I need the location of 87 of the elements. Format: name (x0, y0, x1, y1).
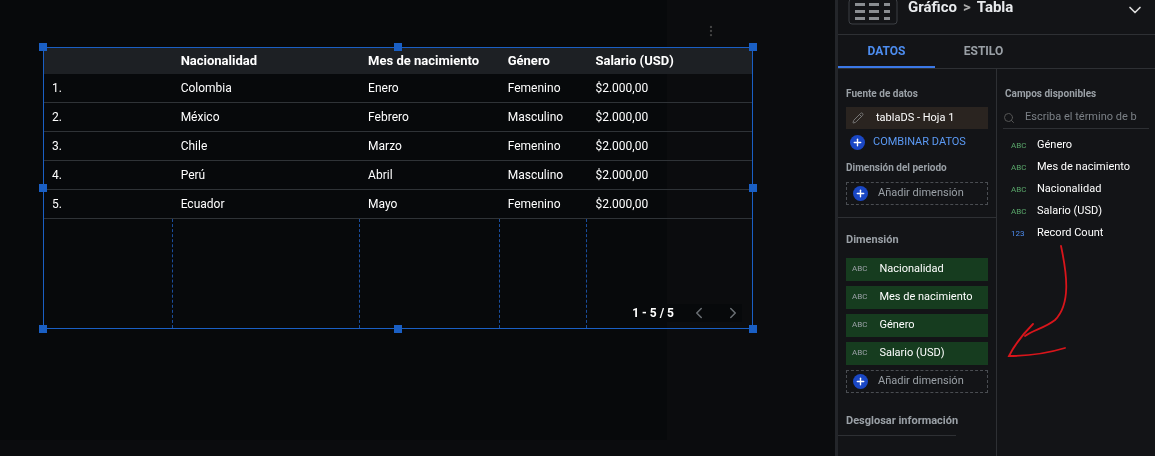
field-item[interactable]: ABC Nacionalidad (997, 181, 1155, 198)
plus-icon (853, 186, 868, 201)
type-label: ABC (852, 263, 868, 275)
add-dimension-button[interactable]: Añadir dimensión (846, 182, 988, 205)
table-cell-text: Febrero (367, 109, 410, 126)
table-cell-text: $2.000,00 (594, 138, 650, 155)
table-cell-text: Ecuador (179, 196, 226, 213)
type-label: ABC (1011, 205, 1025, 218)
field-item[interactable]: ABC Género (997, 137, 1155, 154)
pagination-text: 1 - 5 / 5 (632, 305, 674, 322)
dimension-chip[interactable]: ABC Género (846, 313, 988, 337)
column-header[interactable]: Salario (USD) (587, 48, 752, 74)
dimension-name: Mes de nacimiento (879, 288, 973, 305)
table-cell-text: Colombia (179, 80, 233, 97)
table-cell-text: Mayo (367, 196, 399, 213)
table-cell-text: Masculino (506, 167, 565, 184)
add-dimension-button[interactable]: Añadir dimensión (846, 369, 988, 393)
table-cell-text: 2. (51, 109, 63, 126)
search-field[interactable]: Escriba el término de b (1025, 109, 1145, 126)
section-heading: Dimensión (845, 232, 900, 248)
type-label: ABC (852, 319, 868, 331)
data-source-name: tablaDS - Hoja 1 (876, 109, 955, 126)
field-name: Record Count (1037, 225, 1104, 242)
dimension-name: Salario (USD) (879, 344, 945, 361)
table-cell-text: Femenino (506, 80, 562, 97)
resize-handle[interactable] (39, 325, 47, 333)
plus-icon (853, 373, 868, 389)
field-name: Género (1037, 137, 1073, 154)
table-cell-text: Femenino (506, 196, 562, 213)
dimension-chip[interactable]: ABC Salario (USD) (846, 341, 988, 365)
data-source-item[interactable]: tablaDS - Hoja 1 (846, 107, 988, 129)
field-item[interactable]: ABC Mes de nacimiento (997, 159, 1155, 176)
chart-subtype-label: Tabla (976, 0, 1014, 18)
column-header[interactable]: Nacionalidad (172, 48, 361, 74)
table-chart-icon (848, 0, 898, 25)
chart-type-label: Gráfico (908, 0, 957, 18)
section-heading: Dimensión del periodo (845, 161, 948, 175)
breadcrumb-separator: > (962, 0, 971, 18)
field-name: Salario (USD) (1037, 203, 1103, 220)
table-cell-text: 5. (51, 196, 63, 213)
resize-handle[interactable] (39, 184, 47, 192)
table-cell-text: Abril (367, 167, 394, 184)
type-label: ABC (1011, 183, 1025, 196)
field-name: Mes de nacimiento (1037, 159, 1131, 176)
resize-handle[interactable] (749, 43, 757, 51)
panel-tab[interactable]: ESTILO (935, 35, 1032, 68)
table-cell-text: Femenino (506, 138, 562, 155)
table-cell-text: Marzo (367, 138, 403, 155)
table-cell-text: México (179, 109, 221, 126)
pencil-icon (852, 112, 864, 124)
resize-handle[interactable] (749, 325, 757, 333)
table-cell-text: Enero (367, 80, 400, 97)
table-cell-text: $2.000,00 (594, 109, 650, 126)
table-cell-text: $2.000,00 (594, 80, 650, 97)
type-label: ABC (852, 291, 868, 303)
resize-handle[interactable] (394, 325, 402, 333)
table-cell-text: Chile (179, 138, 209, 155)
type-label: ABC (852, 347, 868, 359)
table-cell-text: 4. (51, 167, 63, 184)
resize-handle[interactable] (39, 43, 47, 51)
blend-data-button[interactable]: COMBINAR DATOS (850, 133, 984, 151)
column-header[interactable]: Mes de nacimiento (360, 48, 500, 74)
plus-icon (850, 134, 865, 150)
field-name: Nacionalidad (1037, 181, 1102, 198)
field-item[interactable]: ABC Salario (USD) (997, 203, 1155, 220)
type-label: ABC (1011, 139, 1025, 152)
table-cell-text: 3. (51, 138, 63, 155)
dimension-name: Género (879, 316, 915, 333)
resize-handle[interactable] (749, 184, 757, 192)
type-label: 123 (1011, 227, 1025, 240)
panel-tab[interactable]: DATOS (838, 35, 935, 68)
table-cell-text: 1. (51, 80, 63, 97)
table-cell-text: Perú (179, 167, 207, 184)
type-label: ABC (1011, 161, 1025, 174)
table-cell-text: $2.000,00 (594, 196, 650, 213)
section-heading: Fuente de datos (845, 87, 919, 101)
section-heading: Desglosar información (845, 412, 960, 429)
dimension-chip[interactable]: ABC Nacionalidad (846, 257, 988, 281)
search-icon (1003, 111, 1015, 124)
dimension-chip[interactable]: ABC Mes de nacimiento (846, 285, 988, 309)
field-item[interactable]: 123 Record Count (997, 225, 1155, 242)
section-heading: Campos disponibles (1004, 87, 1098, 101)
resize-handle[interactable] (394, 43, 402, 51)
table-cell-text: $2.000,00 (594, 167, 650, 184)
column-header[interactable]: Género (499, 48, 588, 74)
dimension-name: Nacionalidad (879, 260, 944, 277)
table-cell-text: Masculino (506, 109, 565, 126)
